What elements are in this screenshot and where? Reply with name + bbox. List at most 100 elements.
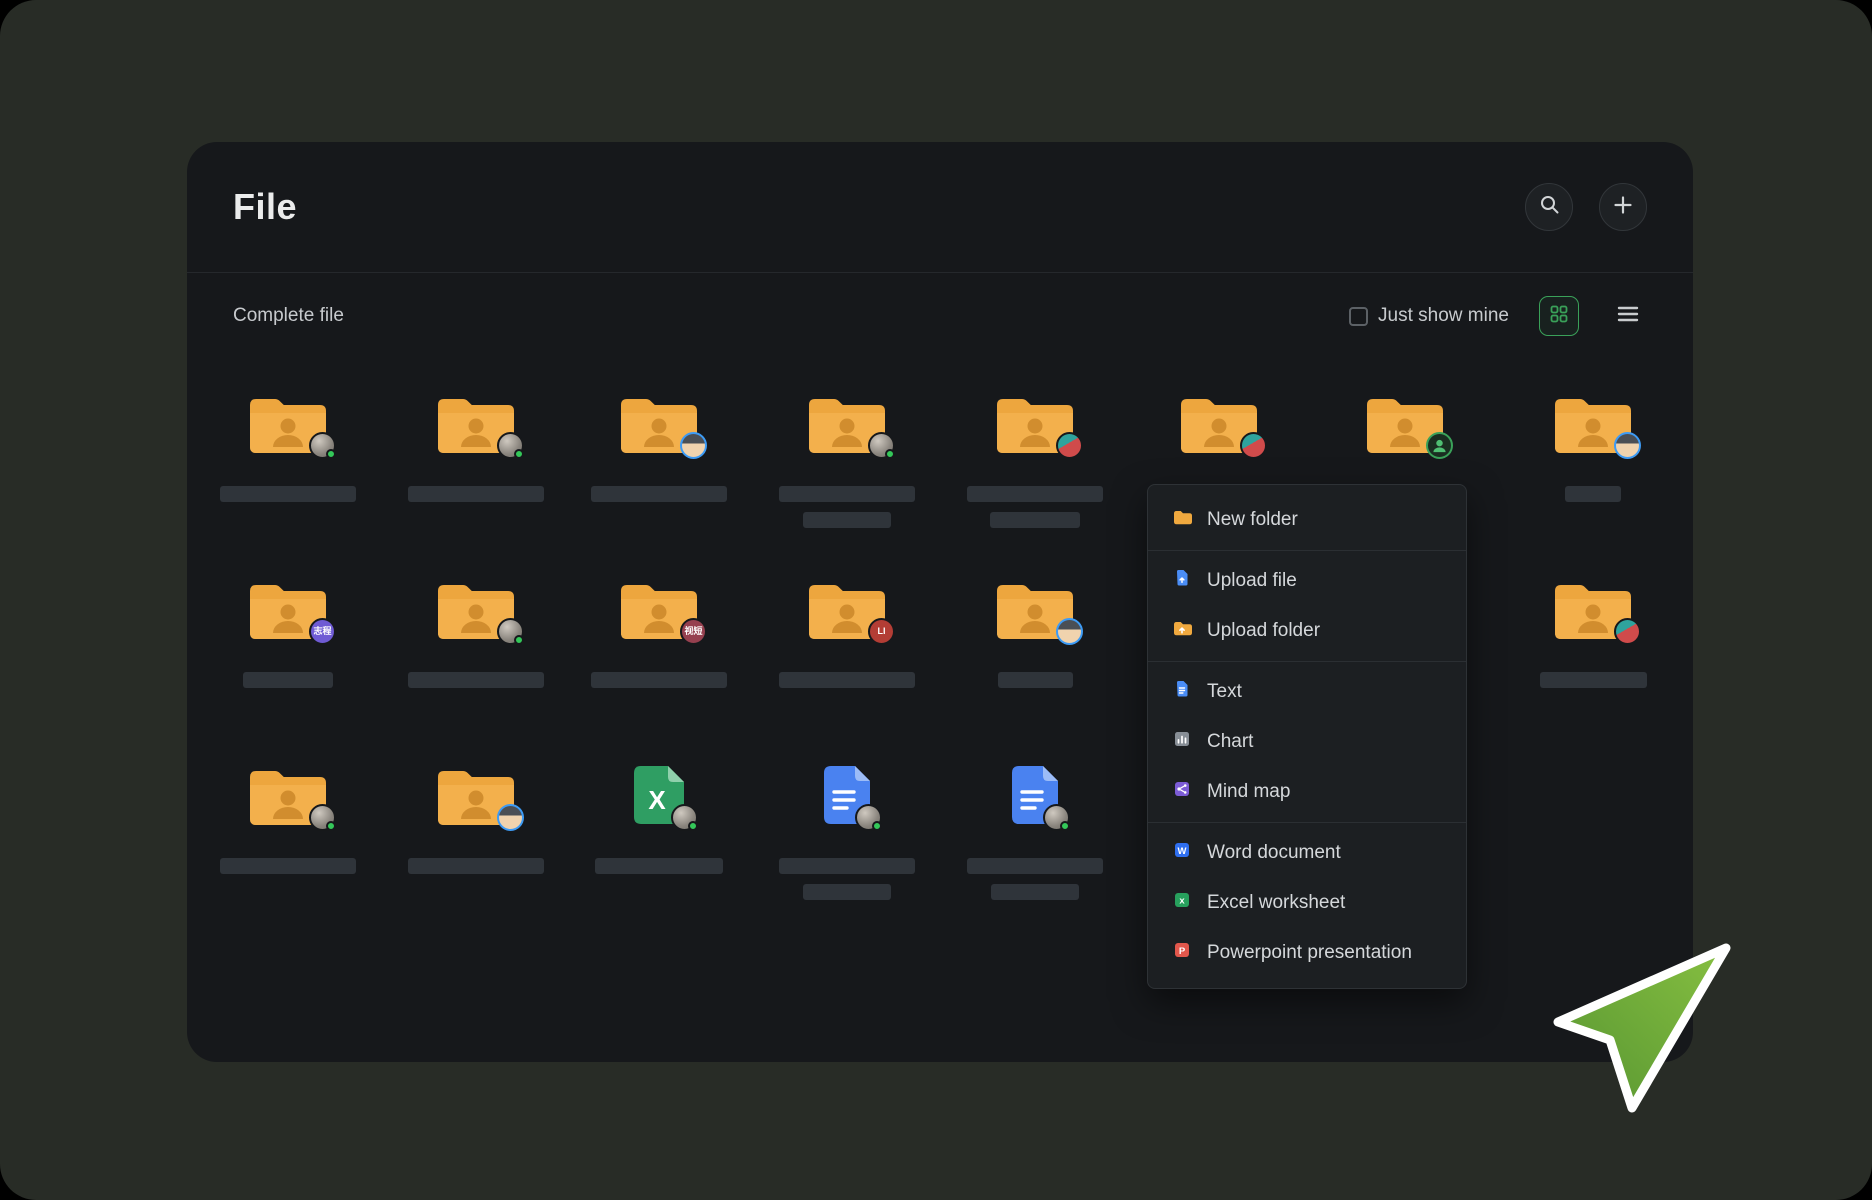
file-name-redacted: [1540, 672, 1647, 688]
avatar-badge: 视短: [680, 618, 707, 645]
powerpoint-icon: P: [1172, 940, 1192, 966]
folder-cell[interactable]: [1513, 390, 1673, 502]
file-name-redacted: [243, 672, 333, 688]
file-name-redacted: [779, 486, 915, 502]
avatar-badge: [680, 432, 707, 459]
avatar-badge: [1240, 432, 1267, 459]
folder-icon: LI: [806, 576, 888, 642]
menu-item-upload-file[interactable]: Upload file: [1148, 556, 1466, 606]
file-name-redacted: [991, 884, 1079, 900]
excel-file-icon: X: [627, 762, 691, 828]
doc-cell[interactable]: [767, 762, 927, 900]
menu-item-label: Upload folder: [1207, 620, 1320, 642]
doc-cell[interactable]: [955, 762, 1115, 900]
folder-cell[interactable]: 视短: [579, 576, 739, 688]
menu-group: Text Chart Mind map: [1148, 661, 1466, 822]
menu-item-label: New folder: [1207, 509, 1298, 531]
avatar-badge: [855, 804, 882, 831]
file-name-redacted: [220, 858, 356, 874]
menu-item-upload-folder[interactable]: Upload folder: [1148, 606, 1466, 656]
menu-item-label: Powerpoint presentation: [1207, 942, 1412, 964]
menu-item-powerpoint-presentation[interactable]: P Powerpoint presentation: [1148, 928, 1466, 978]
file-name-redacted: [1565, 486, 1621, 502]
avatar-badge: [497, 618, 524, 645]
menu-item-excel-worksheet[interactable]: x Excel worksheet: [1148, 878, 1466, 928]
folder-cell[interactable]: 志程: [208, 576, 368, 688]
avatar-badge: 志程: [309, 618, 336, 645]
file-name-redacted: [408, 672, 544, 688]
menu-item-mind-map[interactable]: Mind map: [1148, 767, 1466, 817]
folder-icon: [1552, 390, 1634, 456]
folder-icon: [247, 762, 329, 828]
menu-group: New folder: [1148, 490, 1466, 550]
folder-icon: [994, 576, 1076, 642]
menu-item-label: Word document: [1207, 842, 1341, 864]
folder-icon: [1178, 390, 1260, 456]
folder-cell[interactable]: [955, 576, 1115, 688]
file-name-redacted: [408, 486, 544, 502]
folder-icon: [618, 390, 700, 456]
folder-cell[interactable]: [1139, 390, 1299, 456]
mind-map-icon: [1172, 779, 1192, 805]
folder-cell[interactable]: [1513, 576, 1673, 688]
folder-cell[interactable]: [396, 576, 556, 688]
menu-item-label: Text: [1207, 681, 1242, 703]
folder-icon: [1364, 390, 1446, 456]
file-upload-icon: [1172, 568, 1192, 594]
folder-cell[interactable]: [396, 390, 556, 502]
folder-upload-icon: [1172, 618, 1192, 644]
folder-icon: [806, 390, 888, 456]
menu-item-label: Chart: [1207, 731, 1253, 753]
folder-icon: [994, 390, 1076, 456]
menu-item-new-folder[interactable]: New folder: [1148, 495, 1466, 545]
avatar-badge: [1614, 432, 1641, 459]
menu-item-text[interactable]: Text: [1148, 667, 1466, 717]
folder-cell[interactable]: [767, 390, 927, 528]
excel-icon: x: [1172, 890, 1192, 916]
folder-cell[interactable]: [396, 762, 556, 874]
menu-item-word-document[interactable]: W Word document: [1148, 828, 1466, 878]
file-name-redacted: [967, 858, 1103, 874]
file-name-redacted: [408, 858, 544, 874]
file-name-redacted: [220, 486, 356, 502]
avatar-badge: [1043, 804, 1070, 831]
folder-cell[interactable]: [955, 390, 1115, 528]
folder-icon: [435, 762, 517, 828]
menu-item-label: Upload file: [1207, 570, 1297, 592]
menu-item-label: Mind map: [1207, 781, 1290, 803]
folder-icon: [435, 576, 517, 642]
folder-cell[interactable]: [208, 762, 368, 874]
menu-item-chart[interactable]: Chart: [1148, 717, 1466, 767]
folder-cell[interactable]: [208, 390, 368, 502]
svg-text:X: X: [648, 785, 666, 815]
excel-cell[interactable]: X: [579, 762, 739, 874]
avatar-badge: [868, 432, 895, 459]
chart-icon: [1172, 729, 1192, 755]
folder-icon: 志程: [247, 576, 329, 642]
folder-cell[interactable]: [1325, 390, 1485, 456]
file-name-redacted: [803, 512, 891, 528]
file-name-redacted: [591, 486, 727, 502]
avatar-badge: [1056, 618, 1083, 645]
menu-group: W Word document x Excel worksheet P Powerpoin…: [1148, 822, 1466, 983]
file-name-redacted: [967, 486, 1103, 502]
word-icon: W: [1172, 840, 1192, 866]
avatar-badge: [1426, 432, 1453, 459]
avatar-badge: [497, 804, 524, 831]
folder-cell[interactable]: LI: [767, 576, 927, 688]
menu-item-label: Excel worksheet: [1207, 892, 1345, 914]
svg-text:W: W: [1178, 846, 1187, 857]
svg-text:x: x: [1179, 896, 1185, 907]
doc-file-icon: [1007, 762, 1063, 828]
avatar-badge: [309, 432, 336, 459]
avatar-badge: LI: [868, 618, 895, 645]
avatar-badge: [309, 804, 336, 831]
avatar-badge: [671, 804, 698, 831]
file-name-redacted: [595, 858, 723, 874]
avatar-badge: [1614, 618, 1641, 645]
folder-icon: 视短: [618, 576, 700, 642]
doc-file-icon: [819, 762, 875, 828]
file-name-redacted: [591, 672, 727, 688]
folder-cell[interactable]: [579, 390, 739, 502]
folder-icon: [1552, 576, 1634, 642]
